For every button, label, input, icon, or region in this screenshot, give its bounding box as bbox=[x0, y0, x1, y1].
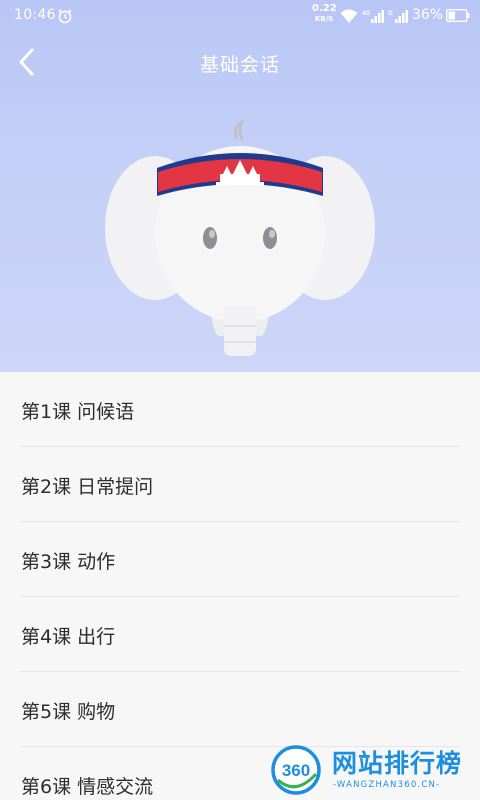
network-speed: 0.22 KB/S bbox=[312, 3, 337, 24]
watermark-title: 网站排行榜 bbox=[332, 749, 463, 778]
lesson-label: 第4课 出行 bbox=[21, 626, 116, 648]
battery-icon bbox=[446, 9, 470, 22]
screen: 10:46 0.22 KB/S 4G G 36% 基础会话 第1课 问候语 第2… bbox=[0, 0, 480, 800]
lesson-label: 第6课 情感交流 bbox=[21, 776, 154, 798]
alarm-icon bbox=[58, 9, 72, 24]
lesson-item-5[interactable]: 第5课 购物 bbox=[20, 672, 460, 747]
watermark-subtitle: -WANGZHAN360.CN- bbox=[333, 780, 441, 790]
signal-icon: G bbox=[388, 10, 408, 23]
lesson-item-3[interactable]: 第3课 动作 bbox=[20, 522, 460, 597]
elephant-mascot-image bbox=[105, 119, 375, 356]
4g-signal-icon: 4G bbox=[362, 10, 384, 23]
lesson-label: 第5课 购物 bbox=[21, 701, 116, 723]
lesson-item-4[interactable]: 第4课 出行 bbox=[20, 597, 460, 672]
svg-text:4G: 4G bbox=[362, 11, 370, 17]
watermark-badge-text: 360 bbox=[282, 761, 310, 780]
status-bar: 10:46 0.22 KB/S 4G G 36% bbox=[0, 0, 480, 32]
network-speed-value: 0.22 bbox=[312, 3, 337, 14]
lesson-list: 第1课 问候语 第2课 日常提问 第3课 动作 第4课 出行 第5课 购物 第6… bbox=[0, 372, 480, 800]
status-time: 10:46 bbox=[14, 7, 56, 23]
svg-text:G: G bbox=[388, 11, 393, 17]
lesson-label: 第2课 日常提问 bbox=[21, 476, 154, 498]
hero-header: 10:46 0.22 KB/S 4G G 36% 基础会话 bbox=[0, 0, 480, 372]
network-speed-unit: KB/S bbox=[314, 15, 334, 23]
back-button[interactable] bbox=[10, 44, 46, 80]
chevron-left-icon bbox=[19, 48, 34, 76]
page-title: 基础会话 bbox=[199, 54, 280, 76]
lesson-label: 第1课 问候语 bbox=[21, 401, 135, 423]
battery-percent: 36% bbox=[412, 7, 444, 23]
watermark-logo: 360 网站排行榜 -WANGZHAN360.CN- bbox=[270, 740, 476, 798]
lesson-item-1[interactable]: 第1课 问候语 bbox=[20, 372, 460, 447]
watermark-360-badge: 360 bbox=[271, 745, 321, 795]
wifi-icon bbox=[340, 9, 358, 23]
lesson-item-2[interactable]: 第2课 日常提问 bbox=[20, 447, 460, 522]
lesson-label: 第3课 动作 bbox=[21, 551, 116, 573]
